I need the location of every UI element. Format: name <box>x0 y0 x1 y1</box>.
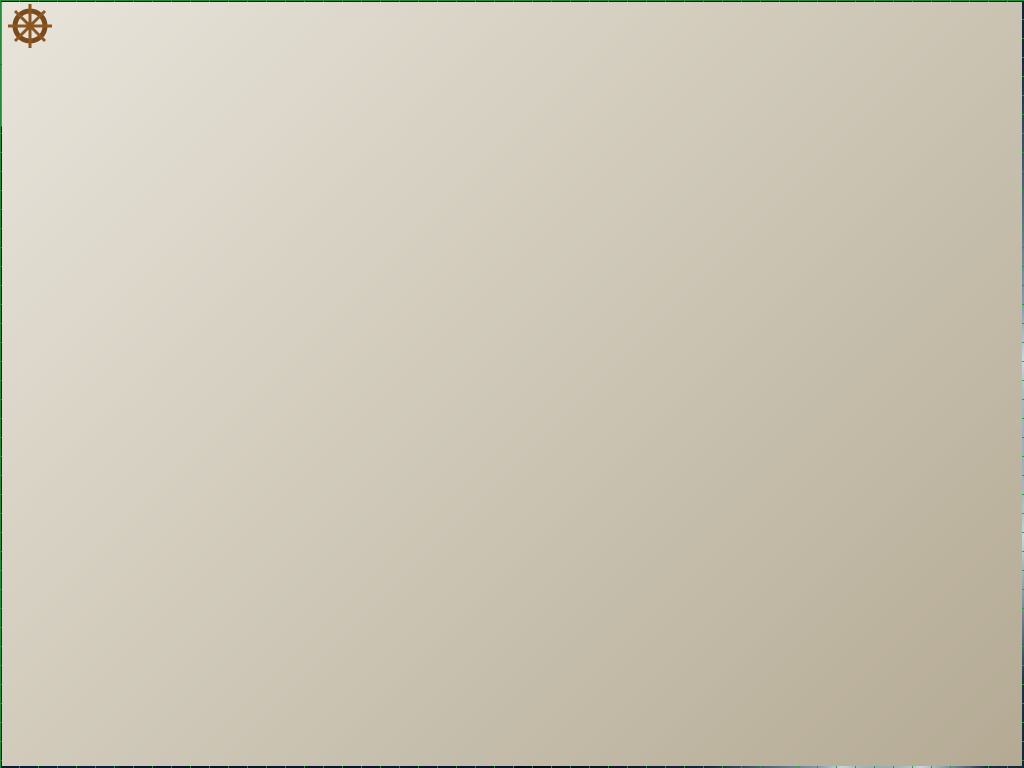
miniwindow-ship[interactable] <box>0 54 1024 106</box>
ship-wheel-icon <box>2 2 59 50</box>
desktop: CUR: 1 PONL 1 One vc● ✕ ◀ 1/1 ▶ <box>0 0 1024 768</box>
ship-icon-bg <box>2 2 1022 766</box>
